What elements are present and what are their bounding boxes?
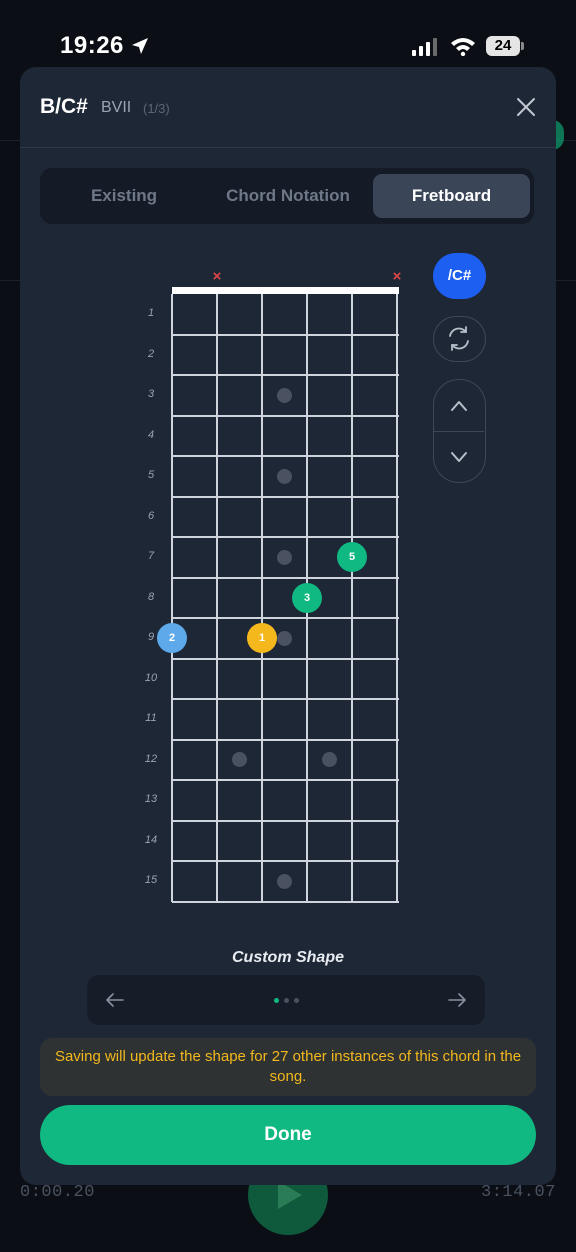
- fret-11: [172, 738, 399, 741]
- string-6: [396, 294, 398, 902]
- fret-inlay-dot: [277, 549, 292, 565]
- nut: [172, 287, 399, 294]
- chord-editor-modal: B/C# BVII (1/3) Existing Chord Notation …: [20, 67, 556, 1185]
- string-1: [171, 294, 173, 902]
- tab-existing[interactable]: Existing: [56, 174, 192, 218]
- fret-down-button[interactable]: [434, 431, 484, 482]
- fret-number: 11: [145, 712, 157, 725]
- cellular-signal-icon: [412, 38, 437, 56]
- fret-number: 12: [144, 752, 158, 765]
- string-2: [216, 294, 218, 902]
- tab-fretboard[interactable]: Fretboard: [373, 174, 530, 218]
- fret-5: [172, 495, 399, 498]
- fret-number: 2: [147, 347, 155, 360]
- fret-number: 6: [147, 509, 155, 522]
- fretboard-diagram[interactable]: 1 2 3 4 5 6 7 8 9 10 11 12 13 14 15 × × 2 1 3 5: [135, 257, 455, 917]
- chord-position: BVII: [101, 99, 132, 116]
- muted-string-icon[interactable]: ×: [209, 268, 225, 285]
- fret-15: [172, 900, 399, 903]
- fret-3: [172, 414, 399, 417]
- tab-chord-notation[interactable]: Chord Notation: [208, 174, 368, 218]
- fret-4: [172, 455, 399, 457]
- view-tabs: Existing Chord Notation Fretboard: [40, 168, 534, 224]
- fret-number: 3: [147, 388, 155, 401]
- shape-navigator: [87, 975, 485, 1025]
- refresh-icon: [449, 326, 469, 351]
- finger-dot[interactable]: 2: [157, 623, 187, 654]
- done-button[interactable]: Done: [40, 1105, 536, 1165]
- fret-inlay-dot: [277, 387, 292, 403]
- fret-number: 13: [144, 793, 158, 806]
- wifi-icon: [451, 38, 475, 56]
- fret-up-button[interactable]: [434, 380, 484, 431]
- battery-icon: 24: [486, 36, 520, 56]
- fret-14: [172, 860, 399, 862]
- fret-number: 4: [147, 428, 155, 441]
- fret-10: [172, 698, 399, 700]
- screen: 0:00.20 3:14.07 19:26 24 B/C# BVII (1/3): [0, 0, 576, 1252]
- muted-string-icon[interactable]: ×: [389, 268, 405, 285]
- location-arrow-icon: [132, 38, 148, 54]
- fret-number: 7: [147, 550, 155, 563]
- bass-note-button[interactable]: /C#: [433, 253, 486, 299]
- chord-name: B/C#: [40, 95, 88, 118]
- fret-number: 1: [147, 307, 155, 320]
- status-bar: 19:26 24: [0, 0, 576, 64]
- shape-label: Custom Shape: [231, 949, 344, 966]
- fret-8: [172, 617, 399, 619]
- fret-2: [172, 374, 399, 376]
- close-icon[interactable]: [514, 95, 538, 119]
- play-icon: [278, 1181, 302, 1209]
- total-duration: 3:14.07: [481, 1183, 556, 1202]
- page-dot: [294, 998, 299, 1003]
- fret-inlay-dot: [232, 752, 247, 768]
- chevron-down-icon: [451, 452, 467, 462]
- fret-inlay-dot: [277, 468, 292, 484]
- status-time: 19:26: [60, 32, 124, 59]
- fret-number: 10: [144, 671, 158, 684]
- fret-number: 15: [144, 874, 158, 887]
- fret-inlay-dot: [322, 752, 337, 768]
- finger-dot[interactable]: 1: [247, 623, 277, 654]
- fret-number: 5: [147, 469, 155, 482]
- fret-7: [172, 576, 399, 579]
- fret-12: [172, 779, 399, 781]
- update-warning: Saving will update the shape for 27 othe…: [40, 1038, 536, 1096]
- shape-count: (1/3): [143, 101, 170, 116]
- modal-header: B/C# BVII (1/3): [20, 67, 556, 148]
- fret-9: [172, 657, 399, 660]
- fret-number: 14: [144, 833, 158, 846]
- string-3: [261, 294, 263, 902]
- chevron-up-icon: [451, 401, 467, 411]
- page-dot: [274, 998, 279, 1003]
- battery-tip: [521, 42, 524, 50]
- string-5: [351, 294, 353, 902]
- fret-inlay-dot: [277, 873, 292, 889]
- fret-6: [172, 536, 399, 538]
- arrow-right-icon[interactable]: [445, 988, 469, 1012]
- fret-inlay-dot: [277, 630, 292, 646]
- fret-13: [172, 819, 399, 822]
- arrow-left-icon[interactable]: [103, 988, 127, 1012]
- page-dot: [284, 998, 289, 1003]
- fret-1: [172, 333, 399, 336]
- refresh-button[interactable]: [433, 316, 486, 362]
- finger-dot[interactable]: 3: [292, 582, 322, 613]
- fret-position-stepper: [433, 379, 486, 483]
- elapsed-time: 0:00.20: [20, 1183, 95, 1202]
- fret-number: 8: [147, 590, 155, 603]
- finger-dot[interactable]: 5: [337, 542, 367, 573]
